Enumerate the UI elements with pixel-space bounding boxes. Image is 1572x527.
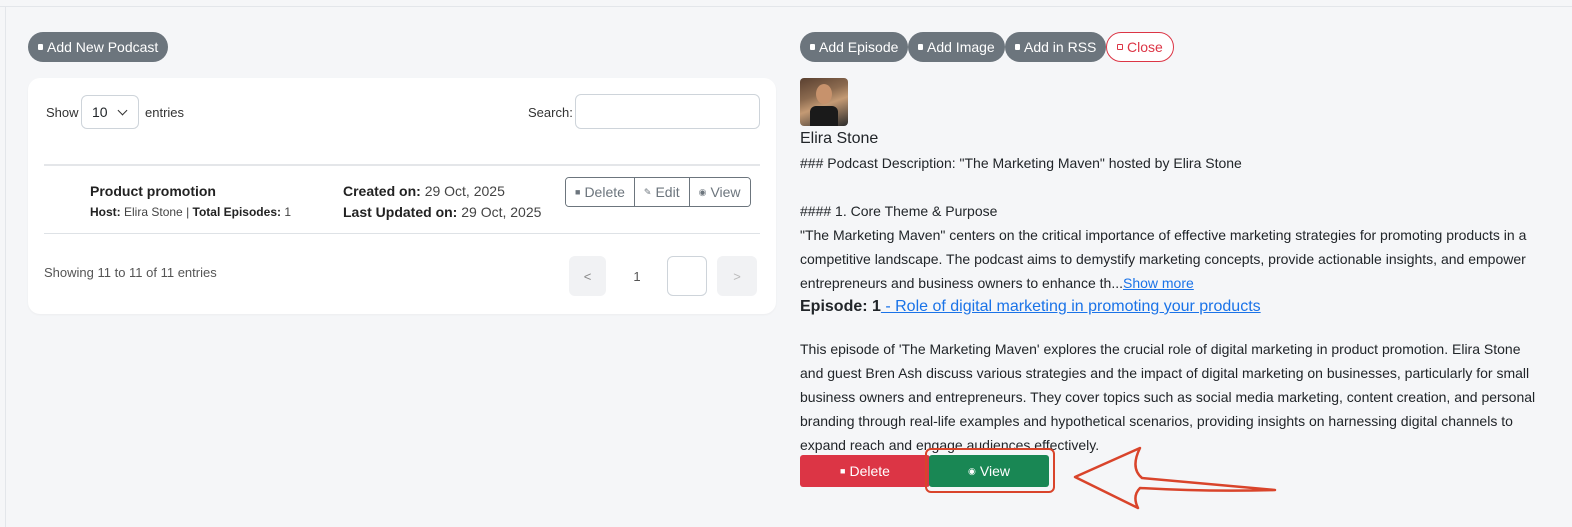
add-episode-button[interactable]: Add Episode bbox=[800, 32, 909, 62]
search-input[interactable] bbox=[575, 94, 760, 129]
frame-border-left bbox=[5, 6, 6, 527]
episode-heading: Episode: 1 - Role of digital marketing i… bbox=[800, 298, 1261, 316]
row-edit-button[interactable]: ✎ Edit bbox=[634, 178, 690, 206]
showing-entries-text: Showing 11 to 11 of 11 entries bbox=[44, 265, 217, 280]
add-new-podcast-label: Add New Podcast bbox=[47, 39, 159, 55]
add-episode-label: Add Episode bbox=[819, 39, 899, 55]
pagination-next[interactable]: > bbox=[717, 256, 757, 296]
row-actions: ■ Delete ✎ Edit ◉ View bbox=[565, 177, 751, 207]
updated-value: 29 Oct, 2025 bbox=[461, 204, 542, 220]
episode-description-line: branding through real-life examples and … bbox=[800, 413, 1513, 429]
pagination-current[interactable] bbox=[667, 256, 707, 296]
entries-select[interactable]: 10 bbox=[81, 95, 139, 129]
trash-icon: ■ bbox=[575, 187, 581, 197]
created-value: 29 Oct, 2025 bbox=[424, 183, 505, 199]
episode-description-line: This episode of 'The Marketing Maven' ex… bbox=[800, 341, 1521, 357]
add-in-rss-button[interactable]: Add in RSS bbox=[1005, 32, 1107, 62]
total-episodes-value: 1 bbox=[284, 205, 292, 219]
podcast-meta: Host: Elira Stone | Total Episodes: 1 bbox=[90, 205, 291, 219]
episode-description-line: and guest Bren Ash discuss various strat… bbox=[800, 365, 1530, 381]
podcast-description-subheading: #### 1. Core Theme & Purpose bbox=[800, 203, 998, 219]
podcast-title: Product promotion bbox=[90, 183, 216, 199]
close-button[interactable]: Close bbox=[1106, 32, 1174, 62]
search-label: Search: bbox=[528, 105, 573, 120]
podcast-description-truncated: entrepreneurs and business owners to enh… bbox=[800, 275, 1123, 291]
avatar-face bbox=[816, 84, 832, 104]
host-value: Elira Stone bbox=[124, 205, 183, 219]
row-delete-label: Delete bbox=[584, 184, 625, 200]
add-new-podcast-button[interactable]: Add New Podcast bbox=[28, 32, 169, 62]
meta-separator: | bbox=[186, 205, 190, 219]
close-label: Close bbox=[1127, 39, 1163, 55]
add-in-rss-label: Add in RSS bbox=[1024, 39, 1097, 55]
arrow-annotation bbox=[1073, 446, 1277, 510]
host-avatar bbox=[800, 78, 848, 126]
episode-delete-button[interactable]: ■ Delete bbox=[800, 455, 930, 487]
pagination-prev[interactable]: < bbox=[569, 256, 606, 296]
table-header-divider bbox=[44, 164, 760, 166]
episode-number: Episode: 1 bbox=[800, 298, 881, 315]
show-label: Show bbox=[46, 105, 79, 120]
edit-icon: ✎ bbox=[643, 186, 652, 197]
table-row-divider bbox=[44, 233, 760, 234]
episode-delete-label: Delete bbox=[849, 463, 890, 479]
add-image-label: Add Image bbox=[927, 39, 995, 55]
row-view-label: View bbox=[710, 184, 741, 200]
square-icon bbox=[810, 44, 815, 50]
host-label: Host: bbox=[90, 205, 121, 219]
square-icon bbox=[918, 44, 923, 50]
entries-select-value: 10 bbox=[92, 104, 108, 120]
square-icon bbox=[38, 44, 43, 50]
annotation-highlight-box bbox=[925, 448, 1055, 493]
square-icon bbox=[1117, 44, 1123, 50]
created-label: Created on: bbox=[343, 183, 421, 199]
updated-label: Last Updated on: bbox=[343, 204, 458, 220]
pagination-page-1[interactable]: 1 bbox=[618, 256, 656, 296]
entries-label: entries bbox=[145, 105, 185, 120]
frame-border-top bbox=[0, 6, 1572, 7]
episode-title-link[interactable]: - Role of digital marketing in promoting… bbox=[881, 298, 1260, 315]
podcast-description-line: entrepreneurs and business owners to enh… bbox=[800, 275, 1194, 291]
row-delete-button[interactable]: ■ Delete bbox=[566, 178, 635, 206]
podcast-description-line: competitive landscape. The podcast aims … bbox=[800, 251, 1526, 267]
total-episodes-label: Total Episodes: bbox=[192, 205, 281, 219]
chevron-down-icon bbox=[117, 105, 128, 116]
show-more-link[interactable]: Show more bbox=[1123, 275, 1194, 291]
episode-description-line: business owners and entrepreneurs. They … bbox=[800, 389, 1536, 405]
created-on: Created on: 29 Oct, 2025 bbox=[343, 183, 505, 199]
podcast-description-heading: ### Podcast Description: "The Marketing … bbox=[800, 155, 1242, 171]
host-name: Elira Stone bbox=[800, 130, 879, 147]
square-icon bbox=[1015, 44, 1020, 50]
avatar-body bbox=[810, 106, 838, 126]
podcast-description-line: "The Marketing Maven" centers on the cri… bbox=[800, 227, 1527, 243]
row-view-button[interactable]: ◉ View bbox=[689, 178, 750, 206]
row-edit-label: Edit bbox=[655, 184, 680, 200]
add-image-button[interactable]: Add Image bbox=[908, 32, 1005, 62]
last-updated-on: Last Updated on: 29 Oct, 2025 bbox=[343, 204, 541, 220]
trash-icon: ■ bbox=[840, 466, 846, 476]
eye-icon: ◉ bbox=[698, 186, 707, 197]
